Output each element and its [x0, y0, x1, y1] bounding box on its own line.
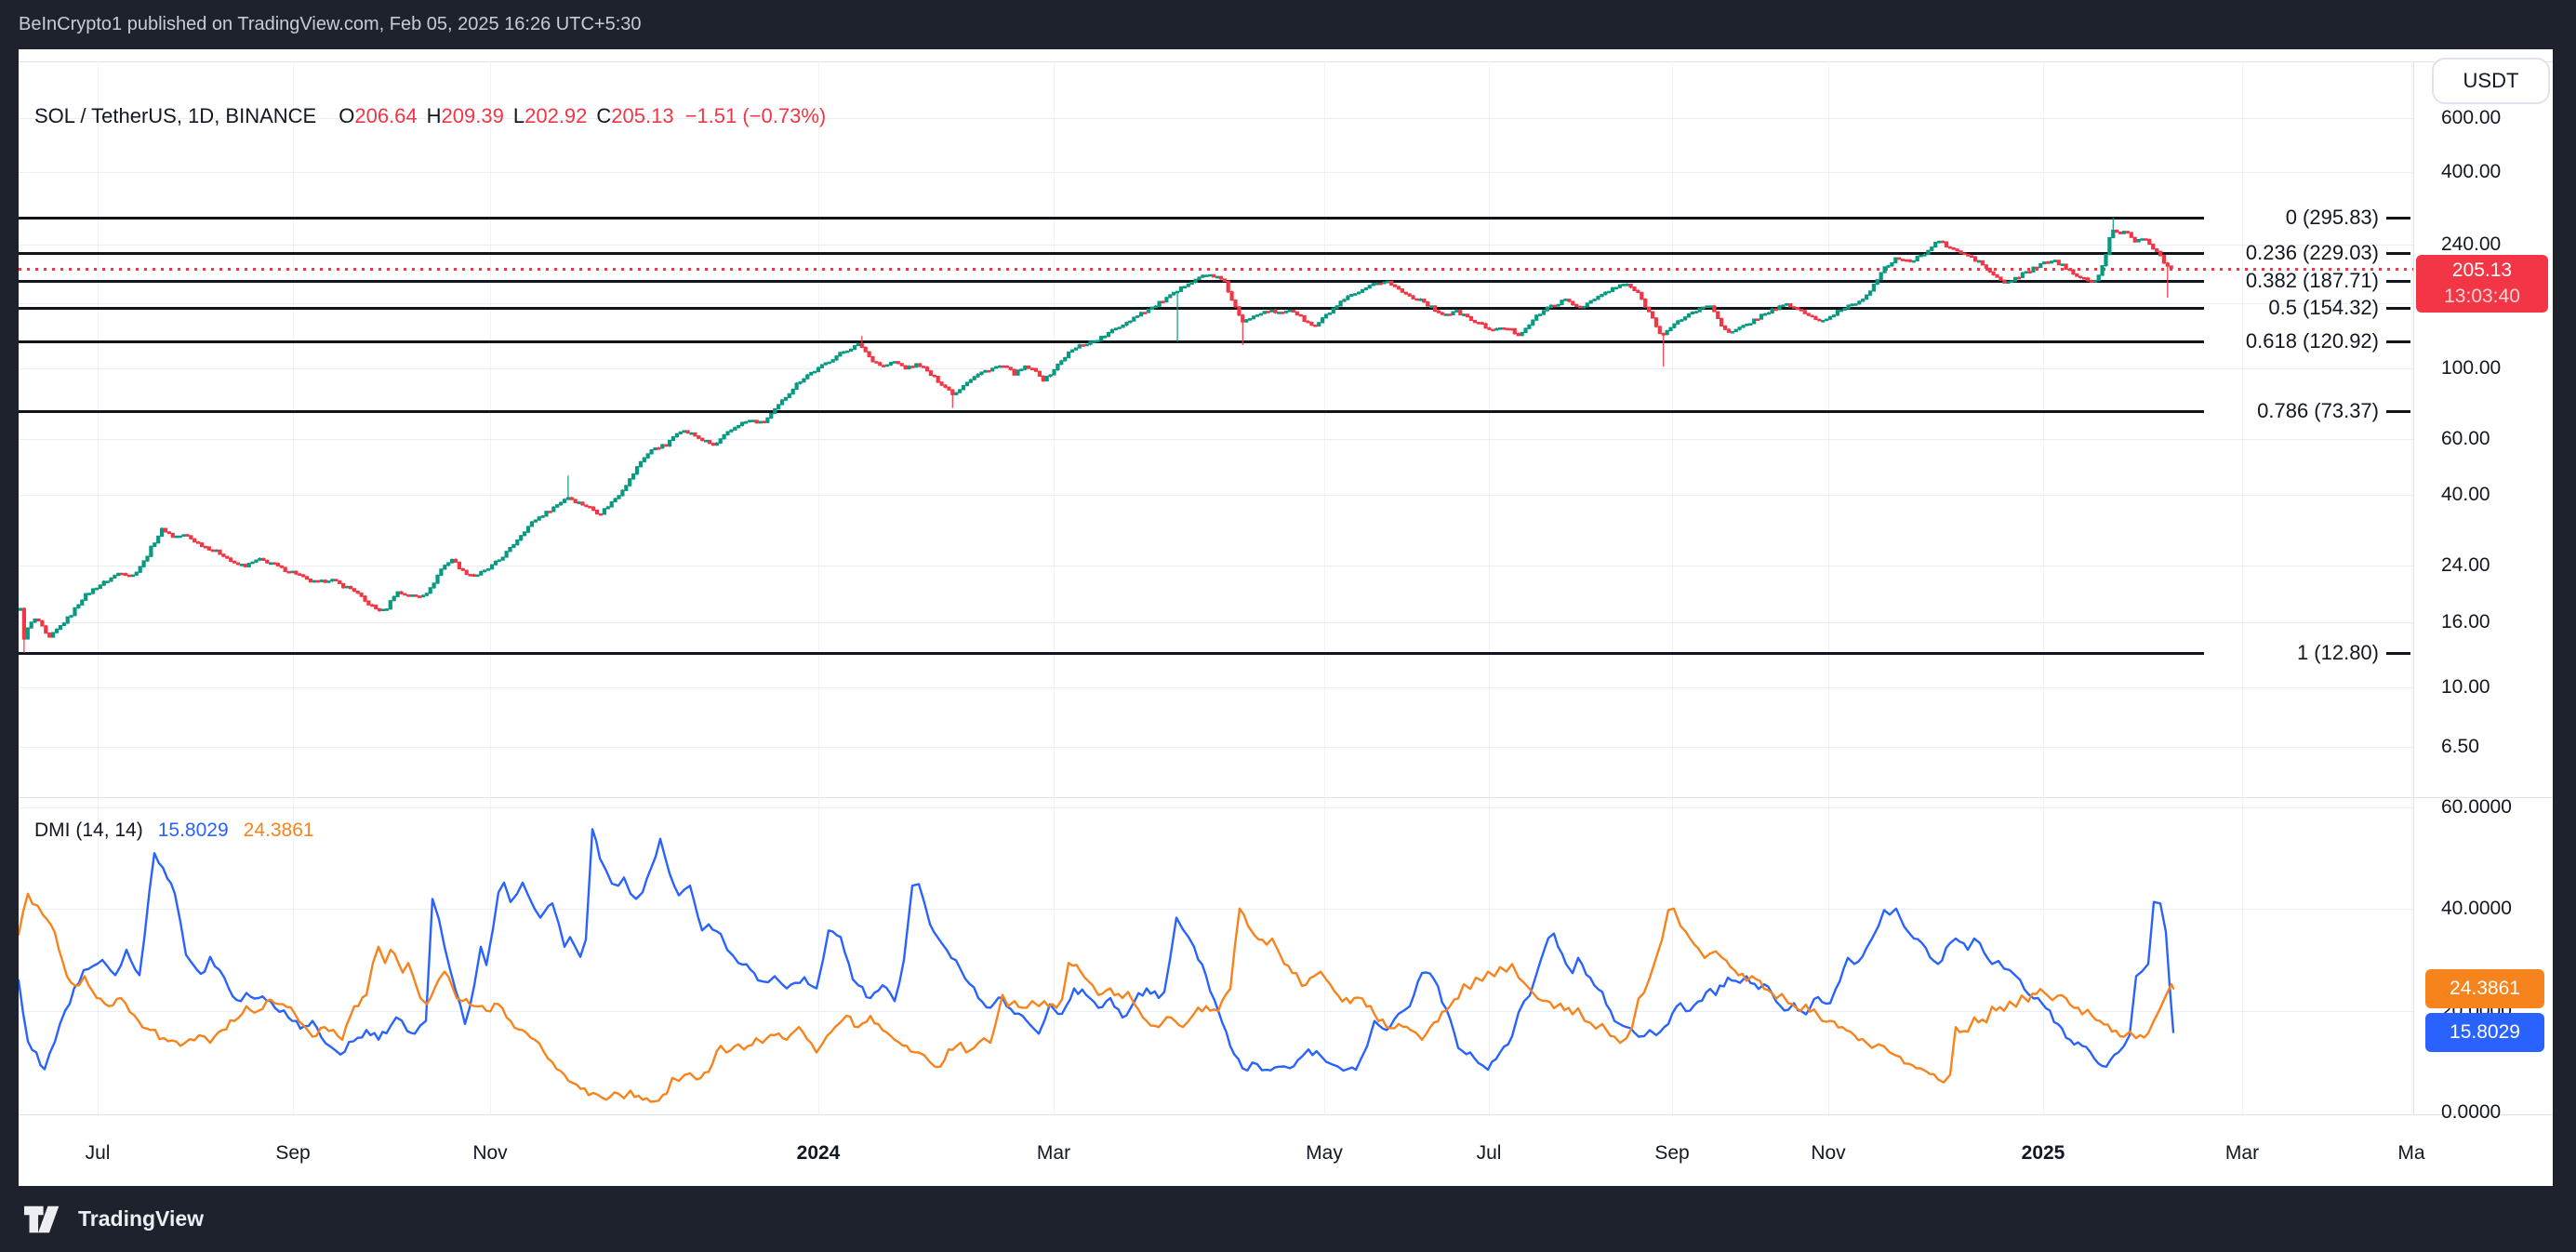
currency-label: USDT — [2463, 69, 2519, 93]
ohlc-values: O206.64 H209.39 L202.92 C205.13 — [329, 104, 673, 127]
dmi-value-badge: 15.8029 — [2425, 1013, 2544, 1052]
chart-card: 0 (295.83)0.236 (229.03)0.382 (187.71)0.… — [19, 49, 2553, 1186]
dmi-value-badge: 24.3861 — [2425, 969, 2544, 1008]
change-value: −1.51 (−0.73%) — [685, 104, 827, 127]
symbol-title[interactable]: SOL / TetherUS, 1D, BINANCE — [34, 104, 316, 127]
ohlc-key: C — [596, 104, 611, 127]
ohlc-key: O — [339, 104, 354, 127]
ohlc-value: 209.39 — [442, 104, 504, 127]
bar-countdown: 13:03:40 — [2444, 284, 2520, 310]
dmi-indicator-header: DMI (14, 14) 15.8029 24.3861 — [34, 819, 314, 842]
dmi-current-values: 15.8029 24.3861 — [143, 819, 314, 841]
candles-down — [22, 230, 2172, 653]
tradingview-logo-icon[interactable] — [24, 1205, 67, 1233]
tradingview-logo-text[interactable]: TradingView — [78, 1206, 204, 1232]
candlestick-and-dmi-plot[interactable] — [19, 49, 2553, 1186]
ohlc-key: L — [513, 104, 524, 127]
publish-info-bar: BeInCrypto1 published on TradingView.com… — [0, 0, 2576, 49]
ohlc-key: H — [427, 104, 442, 127]
last-price-value: 205.13 — [2452, 258, 2512, 284]
dmi-value: 15.8029 — [158, 819, 229, 841]
last-price-badge: 205.13 13:03:40 — [2416, 255, 2548, 313]
candles-up — [20, 218, 2144, 639]
dmi-line-adx — [19, 894, 2173, 1102]
symbol-header: SOL / TetherUS, 1D, BINANCE O206.64 H209.3… — [34, 104, 826, 128]
dmi-line-plus-di — [19, 830, 2173, 1072]
tradingview-published-chart: { "page": { "top_bar": "BeInCrypto1 publ… — [0, 0, 2576, 1252]
currency-toggle-button[interactable]: USDT — [2432, 58, 2550, 104]
ohlc-value: 202.92 — [524, 104, 587, 127]
publish-info-text: BeInCrypto1 published on TradingView.com… — [19, 14, 642, 34]
ohlc-value: 205.13 — [611, 104, 673, 127]
footer-bar: TradingView — [0, 1186, 2576, 1252]
dmi-value: 24.3861 — [244, 819, 314, 841]
dmi-title[interactable]: DMI (14, 14) — [34, 819, 143, 841]
ohlc-value: 206.64 — [354, 104, 417, 127]
